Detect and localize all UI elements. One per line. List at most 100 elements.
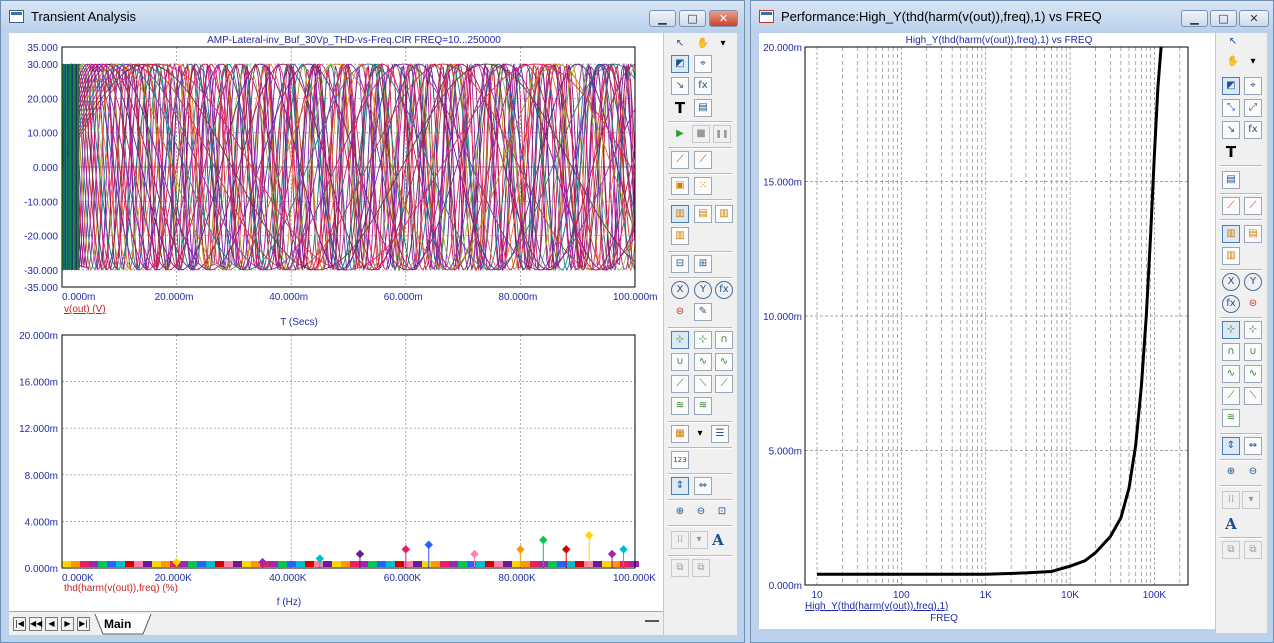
zoom-100-icon[interactable]: ⊡: [713, 503, 731, 521]
top-icon[interactable]: ≋: [1222, 409, 1240, 427]
cursor-left-icon[interactable]: ⊹: [671, 331, 689, 349]
valley-icon[interactable]: ∪: [1244, 343, 1262, 361]
title-bar[interactable]: Transient Analysis ▁ □ ✕: [1, 1, 744, 33]
pan-mode-icon[interactable]: ✋: [1224, 53, 1242, 71]
first-page-button[interactable]: |◀: [13, 617, 26, 631]
global-high-icon[interactable]: ⟍: [1244, 387, 1262, 405]
cursor-mode-icon[interactable]: ⌖: [1244, 77, 1262, 95]
upper-trace-label[interactable]: v(out) (V): [64, 304, 106, 315]
run-icon[interactable]: ▶: [671, 125, 689, 143]
horizontal-tag-icon[interactable]: ⤢: [1244, 99, 1262, 117]
horizontal-split-icon[interactable]: ⊟: [671, 255, 689, 273]
text-mode-icon[interactable]: T: [671, 99, 689, 117]
peak-icon[interactable]: ∩: [1222, 343, 1240, 361]
minimize-button[interactable]: ▁: [1181, 10, 1208, 27]
grid-both-icon[interactable]: ▥: [1222, 247, 1240, 265]
stop-circle-icon[interactable]: ⊜: [1244, 295, 1262, 313]
fx-circle-icon[interactable]: fx: [1222, 295, 1240, 313]
zoom-in-icon[interactable]: ⊕: [1222, 463, 1240, 481]
scale-mode-icon[interactable]: ◩: [671, 55, 689, 73]
tile-icon[interactable]: ⊞: [694, 255, 712, 273]
paste-icon[interactable]: ⧉: [692, 559, 710, 577]
peak-right-icon[interactable]: Y: [1244, 273, 1262, 291]
grid-major-icon[interactable]: ▥: [1222, 225, 1240, 243]
grid-major-icon[interactable]: ▥: [671, 205, 689, 223]
dot-grid-icon[interactable]: ⁙: [694, 177, 712, 195]
edit-icon[interactable]: ✎: [694, 303, 712, 321]
prev-page-button[interactable]: ◀: [45, 617, 58, 631]
layout-icon[interactable]: ⁞⁞: [1222, 491, 1240, 509]
copy-dropdown-icon[interactable]: ▾: [691, 425, 709, 443]
low-icon[interactable]: ∿: [715, 353, 733, 371]
plot-area[interactable]: High_Y(thd(harm(v(out)),freq),1) vs FREQ…: [759, 33, 1215, 629]
pause-icon[interactable]: ❚❚: [713, 125, 731, 143]
grid-minor-icon[interactable]: ▤: [694, 205, 712, 223]
numeric-output-icon[interactable]: 123: [671, 451, 689, 469]
cursor-left-icon[interactable]: ⊹: [1222, 321, 1240, 339]
point-tagging-icon[interactable]: ↘: [671, 77, 689, 95]
copy-icon[interactable]: ⧉: [671, 559, 689, 577]
bottom-icon[interactable]: ≋: [694, 397, 712, 415]
properties-icon[interactable]: ▤: [694, 99, 712, 117]
plot-area[interactable]: AMP-Lateral-inv_Buf_30Vp_THD-vs-Freq.CIR…: [9, 33, 663, 611]
fit-width-icon[interactable]: ⇔: [694, 477, 712, 495]
fit-icon[interactable]: ⇕: [1222, 437, 1240, 455]
layout-icon[interactable]: ⁞⁞: [671, 531, 689, 549]
stop-icon[interactable]: ■: [692, 125, 710, 143]
inflection-icon[interactable]: ⟋: [671, 375, 689, 393]
cursor-right-icon[interactable]: ⊹: [694, 331, 712, 349]
slope-icon[interactable]: ⟋: [671, 151, 689, 169]
global-low-icon[interactable]: ⟋: [715, 375, 733, 393]
slope-icon[interactable]: ⟋: [1222, 197, 1240, 215]
peak-right-icon[interactable]: Y: [694, 281, 712, 299]
copy-icon[interactable]: ⧉: [1222, 541, 1240, 559]
copy-table-icon[interactable]: ▦: [671, 425, 689, 443]
layout-dropdown-icon[interactable]: ▾: [1242, 491, 1260, 509]
top-icon[interactable]: ≋: [671, 397, 689, 415]
close-button[interactable]: ✕: [1239, 10, 1269, 27]
grid-minor-icon[interactable]: ▤: [1244, 225, 1262, 243]
select-mode-icon[interactable]: ↖: [671, 35, 689, 53]
function-icon[interactable]: fx: [694, 77, 712, 95]
next-page-button[interactable]: ▶: [61, 617, 74, 631]
grid-both-icon[interactable]: ▥: [715, 205, 733, 223]
title-bar[interactable]: Performance:High_Y(thd(harm(v(out)),freq…: [751, 1, 1273, 33]
minimize-button[interactable]: ▁: [649, 10, 676, 27]
peak-left-icon[interactable]: X: [671, 281, 689, 299]
zoom-in-icon[interactable]: ⊕: [671, 503, 689, 521]
fit-width-icon[interactable]: ⇔: [1244, 437, 1262, 455]
valley-icon[interactable]: ∪: [671, 353, 689, 371]
scroll-indicator[interactable]: [645, 620, 659, 622]
point-tagging-icon[interactable]: ⤡: [1222, 99, 1240, 117]
text-mode-icon[interactable]: T: [1222, 143, 1240, 161]
frame-icon[interactable]: ▣: [671, 177, 689, 195]
last-page-button[interactable]: ▶|: [77, 617, 90, 631]
close-button[interactable]: ✕: [709, 10, 738, 27]
grid-none-icon[interactable]: ▥: [671, 227, 689, 245]
global-high-icon[interactable]: ⟍: [694, 375, 712, 393]
paste-icon[interactable]: ⧉: [1244, 541, 1262, 559]
vertical-tag-icon[interactable]: ↘: [1222, 121, 1240, 139]
prev-page-fast-button[interactable]: ◀◀: [29, 617, 42, 631]
tab-main[interactable]: Main: [104, 614, 150, 633]
slope-alt-icon[interactable]: ⟋: [694, 151, 712, 169]
pan-dropdown-icon[interactable]: ▾: [1244, 53, 1262, 71]
cursor-right-icon[interactable]: ⊹: [1244, 321, 1262, 339]
layout-dropdown-icon[interactable]: ▾: [690, 531, 708, 549]
fit-icon[interactable]: ⇕: [671, 477, 689, 495]
cursor-mode-icon[interactable]: ⌖: [694, 55, 712, 73]
peak-icon[interactable]: ∩: [715, 331, 733, 349]
high-icon[interactable]: ∿: [1222, 365, 1240, 383]
slope-alt-icon[interactable]: ⟋: [1244, 197, 1262, 215]
fx-circle-icon[interactable]: fx: [715, 281, 733, 299]
low-icon[interactable]: ∿: [1244, 365, 1262, 383]
pan-mode-icon[interactable]: ✋: [694, 35, 712, 53]
font-icon[interactable]: A: [709, 531, 727, 549]
select-mode-icon[interactable]: ↖: [1224, 33, 1242, 51]
scale-mode-icon[interactable]: ◩: [1222, 77, 1240, 95]
zoom-out-icon[interactable]: ⊖: [1244, 463, 1262, 481]
stop-circle-icon[interactable]: ⊜: [671, 303, 689, 321]
peak-left-icon[interactable]: X: [1222, 273, 1240, 291]
maximize-button[interactable]: □: [679, 10, 706, 27]
high-icon[interactable]: ∿: [694, 353, 712, 371]
